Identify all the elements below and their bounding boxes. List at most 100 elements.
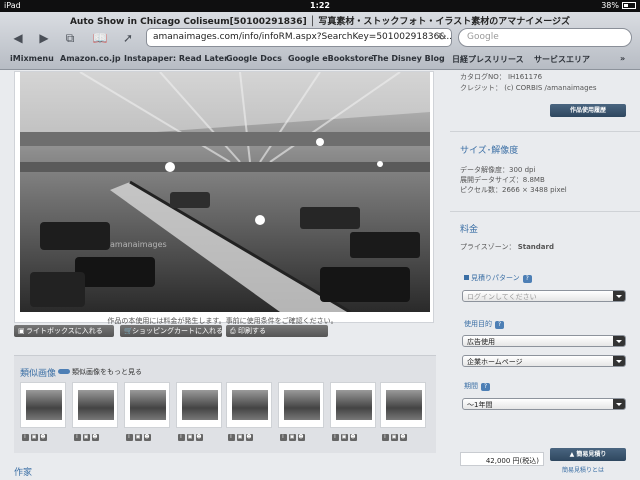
credit: クレジット： (c) CORBIS /amanaimages <box>460 84 597 92</box>
lightbox-icon: ▣ <box>18 327 25 335</box>
lightbox-icon: ▣ <box>341 434 348 441</box>
thumb-actions[interactable]: i ▣ ☻ <box>332 433 359 441</box>
help-icon[interactable]: ? <box>522 275 532 283</box>
lightbox-icon: ▣ <box>83 434 90 441</box>
chevron-down-icon <box>613 291 625 301</box>
price-field: 42,000 円(税込) <box>460 452 544 466</box>
thumb-actions[interactable]: i ▣ ☻ <box>22 433 49 441</box>
cart-icon: ☻ <box>144 434 151 441</box>
cart-icon: ☻ <box>400 434 407 441</box>
similar-thumb[interactable] <box>226 382 272 428</box>
bookmark-item[interactable]: 日経プレスリリース <box>452 54 524 65</box>
info-icon: i <box>74 434 81 441</box>
battery-percent: 38% <box>601 1 619 10</box>
similar-thumb[interactable] <box>124 382 170 428</box>
purpose-select-1[interactable]: 広告使用 <box>462 335 626 347</box>
info-icon: i <box>332 434 339 441</box>
catalog-number: カタログNO： IH161176 <box>460 73 543 81</box>
quick-estimate-link[interactable]: 簡易見積りとは <box>562 465 604 474</box>
battery-indicator: 38% <box>601 1 636 10</box>
similar-images-title: 類似画像 <box>20 369 57 379</box>
lightbox-button[interactable]: ▣ライトボックスに入れる <box>14 325 114 337</box>
lightbox-icon: ▣ <box>31 434 38 441</box>
main-content: amanaimages 作品の本使用には料金が発生します。事前に使用条件をご確認… <box>0 71 445 480</box>
forward-icon[interactable]: ▶ <box>34 30 54 46</box>
more-bookmarks-icon[interactable]: » <box>620 54 625 63</box>
cart-button[interactable]: 🛒ショッピングカートに入れる <box>120 325 223 337</box>
price-zone: プライスゾーン： Standard <box>460 243 554 251</box>
thumb-actions[interactable]: i ▣ ☻ <box>178 433 205 441</box>
help-icon[interactable]: ? <box>495 321 504 329</box>
thumb-actions[interactable]: i ▣ ☻ <box>228 433 255 441</box>
cart-icon: ☻ <box>350 434 357 441</box>
purpose-select-2[interactable]: 企業ホームページ <box>462 355 626 367</box>
bookmark-item[interactable]: Instapaper: Read Later <box>124 54 228 63</box>
thumb-actions[interactable]: i ▣ ☻ <box>382 433 409 441</box>
pixel-count: ピクセル数：2666 × 3488 pixel <box>460 186 567 194</box>
cart-icon: ☻ <box>92 434 99 441</box>
info-icon: i <box>280 434 287 441</box>
back-icon[interactable]: ◀ <box>8 30 28 46</box>
more-icon <box>58 369 70 374</box>
search-input[interactable]: Google <box>458 28 632 47</box>
usage-history-button[interactable]: 作品使用履歴 <box>550 104 626 117</box>
print-icon: ⎙ <box>230 327 236 335</box>
similar-thumb[interactable] <box>72 382 118 428</box>
tabs-icon[interactable]: ⧉ <box>60 30 80 46</box>
bookmark-item[interactable]: Amazon.co.jp <box>60 54 121 63</box>
similar-thumb[interactable] <box>20 382 66 428</box>
estimate-pattern-select[interactable]: ログインしてください <box>462 290 626 302</box>
bookmark-item[interactable]: The Disney Blog <box>372 54 445 63</box>
reload-icon[interactable]: ↻ <box>438 32 446 43</box>
lightbox-icon: ▣ <box>135 434 142 441</box>
thumb-actions[interactable]: i ▣ ☻ <box>126 433 153 441</box>
page-title: Auto Show in Chicago Coliseum[5010029183… <box>69 17 571 27</box>
main-photo[interactable]: amanaimages <box>20 72 430 312</box>
bookmark-item[interactable]: iMixmenu <box>10 54 54 63</box>
chevron-down-icon <box>613 336 625 346</box>
period-label: 期間? <box>464 381 490 391</box>
photo-frame: amanaimages <box>14 71 434 323</box>
file-size: 展開データサイズ：8.8MB <box>460 176 545 184</box>
resolution: データ解像度：300 dpi <box>460 166 536 174</box>
bookmark-item[interactable]: Google Docs <box>226 54 282 63</box>
bookmarks-icon[interactable]: 📖 <box>90 30 110 46</box>
clock: 1:22 <box>310 1 330 10</box>
bookmark-item[interactable]: サービスエリア <box>534 54 590 65</box>
share-icon[interactable]: ➚ <box>118 30 138 46</box>
url-text: amanaimages.com/info/infoRM.aspx?SearchK… <box>153 32 452 42</box>
info-icon: i <box>22 434 29 441</box>
info-icon: i <box>228 434 235 441</box>
sidebar: カタログNO： IH161176 クレジット： (c) CORBIS /aman… <box>450 71 640 480</box>
more-similar-link[interactable]: 類似画像をもっと見る <box>58 367 142 377</box>
similar-thumb[interactable] <box>380 382 426 428</box>
lightbox-icon: ▣ <box>289 434 296 441</box>
cart-icon: ☻ <box>298 434 305 441</box>
fee-section-title: 料金 <box>460 225 479 235</box>
info-icon: i <box>126 434 133 441</box>
browser-chrome: Auto Show in Chicago Coliseum[5010029183… <box>0 12 640 70</box>
lightbox-icon: ▣ <box>391 434 398 441</box>
cart-icon: ☻ <box>196 434 203 441</box>
print-button[interactable]: ⎙ 印刷する <box>226 325 328 337</box>
address-bar[interactable]: amanaimages.com/info/infoRM.aspx?SearchK… <box>146 28 452 47</box>
thumb-actions[interactable]: i ▣ ☻ <box>74 433 101 441</box>
bookmark-item[interactable]: Google eBookstore <box>288 54 374 63</box>
similar-thumb[interactable] <box>278 382 324 428</box>
cart-icon: 🛒 <box>124 327 133 335</box>
chevron-down-icon <box>613 356 625 366</box>
similar-images-section: 類似画像 類似画像をもっと見る i ▣ ☻ i ▣ ☻ i ▣ ☻ i ▣ ☻ i ▣ ☻ i ▣ ☻ … <box>14 355 436 453</box>
period-select[interactable]: ～1年間 <box>462 398 626 410</box>
similar-thumb[interactable] <box>330 382 376 428</box>
info-icon: i <box>382 434 389 441</box>
quick-estimate-button[interactable]: ▲ 簡易見積り <box>550 448 626 461</box>
purpose-label: 使用目的? <box>464 319 504 329</box>
thumb-actions[interactable]: i ▣ ☻ <box>280 433 307 441</box>
cart-icon: ☻ <box>40 434 47 441</box>
help-icon[interactable]: ? <box>481 383 490 391</box>
photo-watermark: amanaimages <box>110 240 167 249</box>
battery-icon <box>622 2 636 9</box>
similar-thumb[interactable] <box>176 382 222 428</box>
cart-icon: ☻ <box>246 434 253 441</box>
author-title: 作家 <box>14 468 33 478</box>
